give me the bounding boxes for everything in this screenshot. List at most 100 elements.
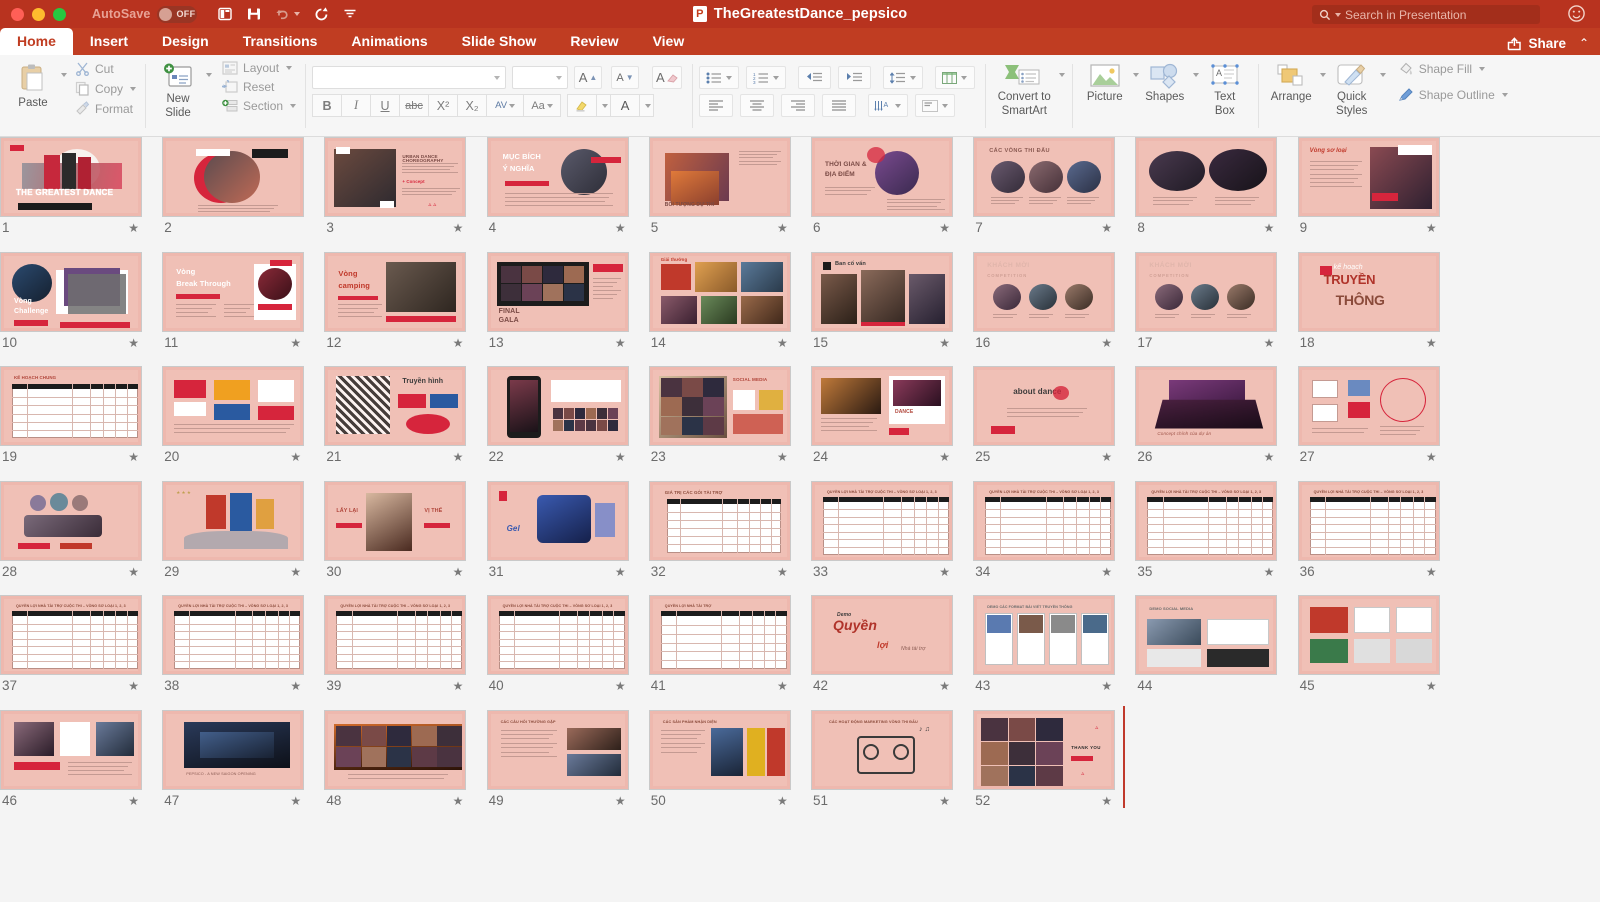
decrease-indent-button[interactable] <box>798 66 831 89</box>
align-right-button[interactable] <box>781 94 815 117</box>
star-animation-icon[interactable]: ★ <box>939 336 949 350</box>
autosave-toggle[interactable]: OFF <box>157 6 197 23</box>
slide-thumbnail-51[interactable]: CÁC HOẠT ĐỘNG MARKETING VÒNG THI ĐẤU♪ ♫5… <box>811 710 953 810</box>
star-animation-icon[interactable]: ★ <box>615 794 625 808</box>
slide-preview-45[interactable] <box>1298 595 1440 675</box>
change-case-caret[interactable] <box>547 104 553 108</box>
minimize-window-button[interactable] <box>32 8 45 21</box>
slide-preview-41[interactable]: QUYỀN LỢI NHÀ TÀI TRỢ <box>649 595 791 675</box>
slide-preview-3[interactable]: URBAN DANCE CHOREOGRAPHY+ Concept▵ ▵ <box>324 137 466 217</box>
star-animation-icon[interactable]: ★ <box>939 221 949 235</box>
star-animation-icon[interactable]: ★ <box>1101 565 1111 579</box>
slide-thumbnail-44[interactable]: DEMO SOCIAL MEDIA44 <box>1135 595 1277 695</box>
slide-thumbnail-29[interactable]: ★ ★ ★29★ <box>162 481 304 581</box>
slide-thumbnail-13[interactable]: FINALGALA13★ <box>487 252 629 352</box>
search-in-presentation[interactable]: Search in Presentation <box>1312 5 1540 24</box>
font-color-caret[interactable] <box>639 94 654 117</box>
slide-thumbnail-28[interactable]: 28★ <box>0 481 142 581</box>
slide-thumbnail-36[interactable]: QUYỀN LỢI NHÀ TÀI TRỢ CUỘC THI – VÒNG SƠ… <box>1298 481 1440 581</box>
columns-button[interactable] <box>935 66 975 89</box>
slide-thumbnail-40[interactable]: QUYỀN LỢI NHÀ TÀI TRỢ CUỘC THI – VÒNG SƠ… <box>487 595 629 695</box>
slide-preview-32[interactable]: GIÁ TRỊ CÁC GÓI TÀI TRỢ <box>649 481 791 561</box>
star-animation-icon[interactable]: ★ <box>290 336 300 350</box>
star-animation-icon[interactable]: ★ <box>939 794 949 808</box>
star-animation-icon[interactable]: ★ <box>290 794 300 808</box>
slide-thumbnail-48[interactable]: 48★ <box>324 710 466 810</box>
align-text-button[interactable] <box>915 94 955 117</box>
slide-thumbnail-32[interactable]: GIÁ TRỊ CÁC GÓI TÀI TRỢ32★ <box>649 481 791 581</box>
slide-preview-5[interactable]: BỐI TƯỢNG DỰ THI <box>649 137 791 217</box>
slide-thumbnail-21[interactable]: Truyền hình21★ <box>324 366 466 466</box>
star-animation-icon[interactable]: ★ <box>128 565 138 579</box>
slide-thumbnail-31[interactable]: Gel31★ <box>487 481 629 581</box>
slide-preview-16[interactable]: KHÁCH MỜICOMPETITION <box>973 252 1115 332</box>
slide-thumbnail-15[interactable]: Ban cố vấn15★ <box>811 252 953 352</box>
clear-formatting-button[interactable]: A <box>652 66 682 89</box>
paste-button[interactable]: Paste <box>7 60 59 109</box>
slide-preview-14[interactable]: Giải thưởng <box>649 252 791 332</box>
font-name-combo[interactable] <box>312 66 506 89</box>
slide-preview-33[interactable]: QUYỀN LỢI NHÀ TÀI TRỢ CUỘC THI – VÒNG SƠ… <box>811 481 953 561</box>
star-animation-icon[interactable]: ★ <box>777 450 787 464</box>
slide-preview-50[interactable]: CÁC SẢN PHẨM NHẬN DIỆN <box>649 710 791 790</box>
star-animation-icon[interactable]: ★ <box>939 679 949 693</box>
slide-thumbnail-42[interactable]: DemoQuyềnlợiNhà tài trợ42★ <box>811 595 953 695</box>
slide-preview-39[interactable]: QUYỀN LỢI NHÀ TÀI TRỢ CUỘC THI – VÒNG SƠ… <box>324 595 466 675</box>
slide-thumbnail-41[interactable]: QUYỀN LỢI NHÀ TÀI TRỢ41★ <box>649 595 791 695</box>
font-style-buttons[interactable]: B I U abc X² X₂ AV Aa A <box>312 94 685 117</box>
text-box-button[interactable]: A Text Box <box>1199 60 1251 117</box>
star-animation-icon[interactable]: ★ <box>453 450 463 464</box>
share-button[interactable]: Share <box>1507 36 1566 51</box>
slide-thumbnail-14[interactable]: Giải thưởng14★ <box>649 252 791 352</box>
character-spacing-caret[interactable] <box>509 104 515 108</box>
slide-preview-20[interactable] <box>162 366 304 446</box>
reset-button[interactable]: Reset <box>220 79 298 95</box>
slide-preview-8[interactable] <box>1135 137 1277 217</box>
star-animation-icon[interactable]: ★ <box>615 679 625 693</box>
slide-thumbnail-11[interactable]: VòngBreak Through11★ <box>162 252 304 352</box>
customize-qat-icon[interactable] <box>343 8 357 20</box>
shape-fill-caret[interactable] <box>1479 67 1485 71</box>
slide-preview-37[interactable]: QUYỀN LỢI NHÀ TÀI TRỢ CUỘC THI – VÒNG SƠ… <box>0 595 142 675</box>
tab-animations[interactable]: Animations <box>334 28 444 55</box>
star-animation-icon[interactable]: ★ <box>1426 221 1436 235</box>
align-left-button[interactable] <box>699 94 733 117</box>
slide-preview-24[interactable]: DANCE <box>811 366 953 446</box>
star-animation-icon[interactable]: ★ <box>1426 450 1436 464</box>
text-highlight-button[interactable] <box>567 94 597 117</box>
slide-thumbnail-50[interactable]: CÁC SẢN PHẨM NHẬN DIỆN50★ <box>649 710 791 810</box>
tab-design[interactable]: Design <box>145 28 226 55</box>
font-size-caret[interactable] <box>556 76 562 80</box>
slide-thumbnail-3[interactable]: URBAN DANCE CHOREOGRAPHY+ Concept▵ ▵3★ <box>324 137 466 237</box>
slide-preview-36[interactable]: QUYỀN LỢI NHÀ TÀI TRỢ CUỘC THI – VÒNG SƠ… <box>1298 481 1440 561</box>
star-animation-icon[interactable]: ★ <box>1101 336 1111 350</box>
slide-thumbnail-33[interactable]: QUYỀN LỢI NHÀ TÀI TRỢ CUỘC THI – VÒNG SƠ… <box>811 481 953 581</box>
star-animation-icon[interactable]: ★ <box>615 565 625 579</box>
star-animation-icon[interactable]: ★ <box>128 336 138 350</box>
justify-button[interactable] <box>822 94 856 117</box>
shrink-font-button[interactable]: A ▼ <box>611 66 639 89</box>
section-button[interactable]: Section <box>220 98 298 114</box>
slide-preview-42[interactable]: DemoQuyềnlợiNhà tài trợ <box>811 595 953 675</box>
slide-thumbnail-1[interactable]: THE GREATEST DANCE1★ <box>0 137 142 237</box>
slide-thumbnail-12[interactable]: Vòngcamping12★ <box>324 252 466 352</box>
slide-thumbnail-30[interactable]: LẤY LẠIVỊ THẾ30★ <box>324 481 466 581</box>
slide-preview-2[interactable] <box>162 137 304 217</box>
layout-dropdown-caret[interactable] <box>286 66 292 70</box>
search-dropdown-caret[interactable] <box>1335 13 1341 17</box>
star-animation-icon[interactable]: ★ <box>777 565 787 579</box>
undo-icon[interactable] <box>275 6 300 22</box>
star-animation-icon[interactable]: ★ <box>1101 221 1111 235</box>
star-animation-icon[interactable]: ★ <box>1264 221 1274 235</box>
slide-preview-22[interactable] <box>487 366 629 446</box>
slide-preview-9[interactable]: Vòng sơ loại <box>1298 137 1440 217</box>
star-animation-icon[interactable]: ★ <box>128 679 138 693</box>
cut-button[interactable]: Cut <box>73 60 138 77</box>
star-animation-icon[interactable]: ★ <box>1264 565 1274 579</box>
slide-thumbnail-45[interactable]: 45★ <box>1298 595 1440 695</box>
tab-transitions[interactable]: Transitions <box>226 28 335 55</box>
search-input[interactable]: Search in Presentation <box>1345 8 1466 22</box>
slide-thumbnail-2[interactable]: 2 <box>162 137 304 237</box>
star-animation-icon[interactable]: ★ <box>453 565 463 579</box>
slide-thumbnail-24[interactable]: DANCE24★ <box>811 366 953 466</box>
